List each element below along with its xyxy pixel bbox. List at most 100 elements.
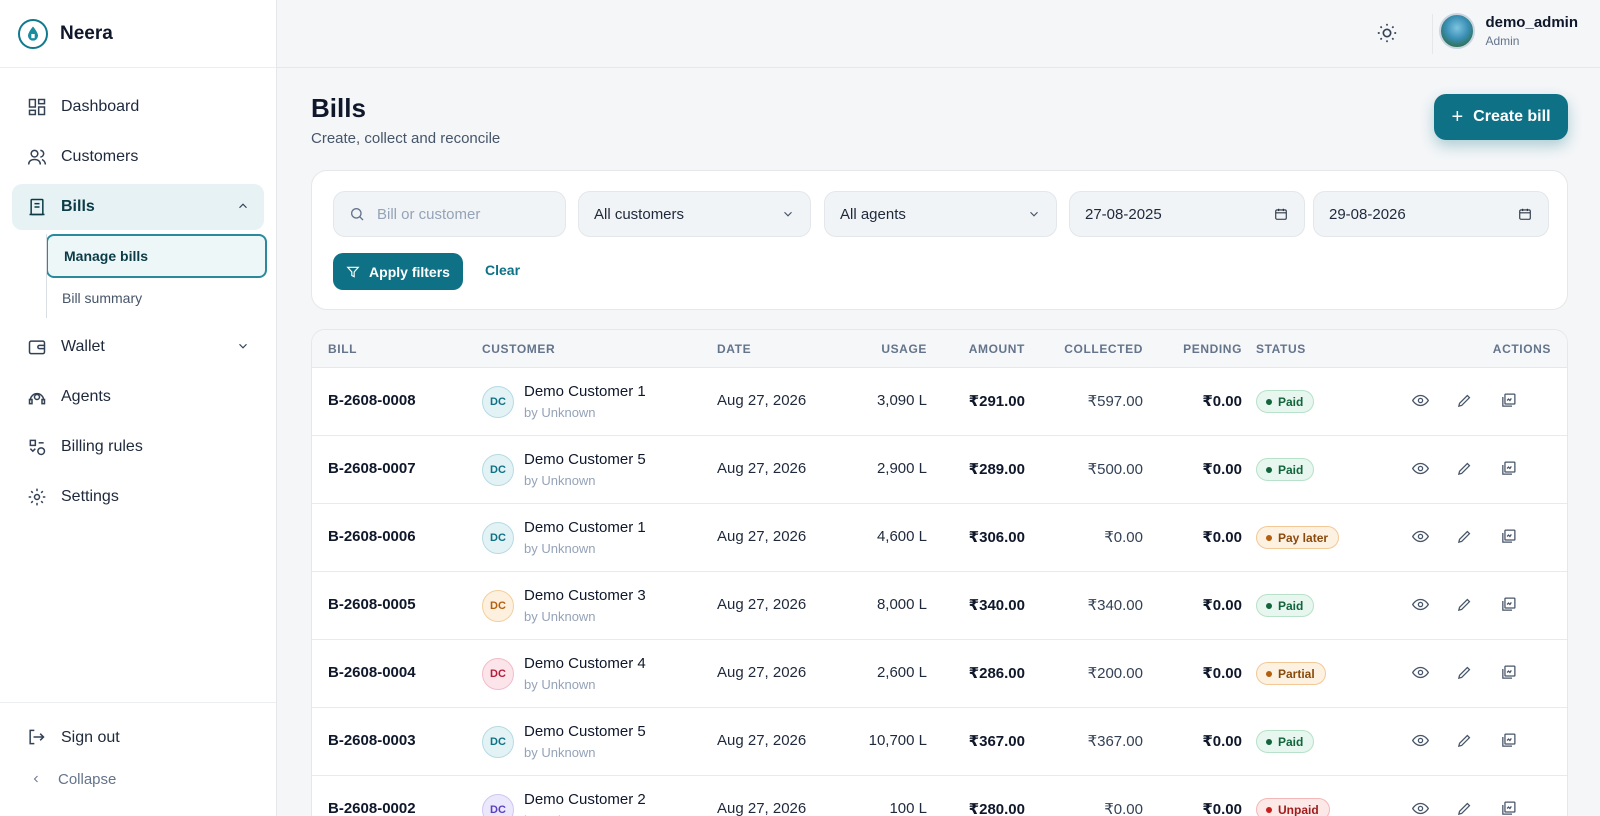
- col-date[interactable]: DATE: [717, 342, 751, 356]
- col-usage[interactable]: USAGE: [881, 342, 927, 356]
- edit-pencil-icon[interactable]: [1456, 392, 1474, 410]
- download-pdf-icon[interactable]: [1500, 460, 1518, 478]
- bill-id[interactable]: B-2608-0007: [328, 460, 416, 477]
- collected: ₹0.00: [1104, 529, 1143, 546]
- pending: ₹0.00: [1202, 393, 1242, 410]
- brand[interactable]: Neera: [0, 0, 276, 68]
- download-pdf-icon[interactable]: [1500, 392, 1518, 410]
- customer-name: Demo Customer 5: [524, 451, 646, 468]
- bills-subnav: Manage bills Bill summary: [46, 234, 267, 318]
- bill-date: Aug 27, 2026: [717, 460, 807, 477]
- calendar-icon[interactable]: [1274, 207, 1288, 221]
- date-to-input[interactable]: 29-08-2026: [1313, 191, 1549, 237]
- amount: ₹340.00: [968, 597, 1025, 614]
- status-badge: Paid: [1256, 458, 1315, 481]
- bill-id[interactable]: B-2608-0004: [328, 664, 416, 681]
- view-eye-icon[interactable]: [1411, 596, 1430, 614]
- col-actions: ACTIONS: [1492, 342, 1551, 356]
- clear-filters-button[interactable]: Clear: [485, 262, 520, 278]
- edit-pencil-icon[interactable]: [1456, 460, 1474, 478]
- page-subtitle: Create, collect and reconcile: [311, 130, 501, 147]
- bill-id[interactable]: B-2608-0005: [328, 596, 416, 613]
- table-row[interactable]: B-2608-0002DCDemo Customer 2by UnknownAu…: [312, 776, 1567, 816]
- status-badge: Paid: [1256, 730, 1315, 753]
- view-eye-icon[interactable]: [1411, 732, 1430, 750]
- collected: ₹367.00: [1087, 733, 1143, 750]
- collected: ₹340.00: [1087, 597, 1143, 614]
- subnav-manage-bills[interactable]: Manage bills: [46, 234, 267, 278]
- view-eye-icon[interactable]: [1411, 800, 1430, 816]
- bill-date: Aug 27, 2026: [717, 732, 807, 749]
- download-pdf-icon[interactable]: [1500, 664, 1518, 682]
- customer-select[interactable]: All customers: [578, 191, 811, 237]
- table-row[interactable]: B-2608-0006 DC Demo Customer 1 by Unknown Au…: [312, 504, 1567, 572]
- sidebar-item-customers[interactable]: Customers: [12, 134, 264, 180]
- chevron-down-icon[interactable]: [236, 339, 250, 353]
- view-eye-icon[interactable]: [1411, 528, 1430, 546]
- col-collected[interactable]: COLLECTED: [1064, 342, 1143, 356]
- download-pdf-icon[interactable]: [1500, 800, 1518, 816]
- view-eye-icon[interactable]: [1411, 460, 1430, 478]
- status-label: Paid: [1278, 734, 1304, 749]
- edit-pencil-icon[interactable]: [1456, 664, 1474, 682]
- chevron-up-icon[interactable]: [236, 199, 250, 213]
- table-row[interactable]: B-2608-0007 DC Demo Customer 5 by Unknown Au…: [312, 436, 1567, 504]
- create-bill-button[interactable]: + Create bill: [1434, 94, 1568, 140]
- bill-id[interactable]: B-2608-0008: [328, 392, 416, 409]
- calendar-icon[interactable]: [1518, 207, 1532, 221]
- table-row[interactable]: B-2608-0005 DC Demo Customer 3 by Unknown Au…: [312, 572, 1567, 640]
- bill-date: Aug 27, 2026: [717, 664, 807, 681]
- customer-avatar: DC: [482, 386, 514, 418]
- chevron-down-icon: [1027, 207, 1041, 221]
- apply-filters-button[interactable]: Apply filters: [333, 253, 463, 290]
- sidebar-item-settings[interactable]: Settings: [12, 474, 264, 520]
- edit-pencil-icon[interactable]: [1456, 528, 1474, 546]
- edit-pencil-icon[interactable]: [1456, 800, 1474, 816]
- status-badge: Pay later: [1256, 526, 1340, 549]
- col-bill[interactable]: BILL: [328, 342, 357, 356]
- date-from-input[interactable]: 27-08-2025: [1069, 191, 1305, 237]
- sidebar-item-agents[interactable]: Agents: [12, 374, 264, 420]
- plus-icon: +: [1451, 105, 1464, 128]
- col-pending[interactable]: PENDING: [1183, 342, 1242, 356]
- topbar: demo_admin Admin: [277, 0, 1600, 68]
- search-input[interactable]: Bill or customer: [333, 191, 566, 237]
- edit-pencil-icon[interactable]: [1456, 732, 1474, 750]
- table-row[interactable]: B-2608-0008 DC Demo Customer 1 by Unknown Au…: [312, 368, 1567, 436]
- customer-name: Demo Customer 2: [524, 791, 646, 808]
- col-amount[interactable]: AMOUNT: [969, 342, 1025, 356]
- sidebar-item-bills[interactable]: Bills: [12, 184, 264, 230]
- customer-avatar: DC: [482, 794, 514, 816]
- app-name: Neera: [60, 22, 113, 44]
- sign-out-button[interactable]: Sign out: [0, 717, 276, 759]
- sidebar-item-wallet[interactable]: Wallet: [12, 324, 264, 370]
- col-status[interactable]: STATUS: [1256, 342, 1306, 356]
- theme-toggle-sun-icon[interactable]: [1376, 22, 1400, 46]
- sidebar-item-label: Agents: [61, 388, 111, 405]
- view-eye-icon[interactable]: [1411, 392, 1430, 410]
- user-menu[interactable]: demo_admin Admin: [1439, 13, 1578, 49]
- bill-id[interactable]: B-2608-0003: [328, 732, 416, 749]
- table-row[interactable]: B-2608-0004 DC Demo Customer 4 by Unknown Au…: [312, 640, 1567, 708]
- amount: ₹306.00: [968, 529, 1025, 546]
- download-pdf-icon[interactable]: [1500, 732, 1518, 750]
- bill-id[interactable]: B-2608-0006: [328, 528, 416, 545]
- sidebar-item-billing-rules[interactable]: Billing rules: [12, 424, 264, 470]
- customer-avatar: DC: [482, 522, 514, 554]
- download-pdf-icon[interactable]: [1500, 528, 1518, 546]
- usage: 2,900 L: [876, 460, 927, 477]
- sidebar-item-dashboard[interactable]: Dashboard: [12, 84, 264, 130]
- dashboard-icon: [26, 96, 48, 118]
- view-eye-icon[interactable]: [1411, 664, 1430, 682]
- download-pdf-icon[interactable]: [1500, 596, 1518, 614]
- agent-select[interactable]: All agents: [824, 191, 1057, 237]
- table-row[interactable]: B-2608-0003 DC Demo Customer 5 by Unknown Au…: [312, 708, 1567, 776]
- usage: 4,600 L: [876, 528, 927, 545]
- collapse-button[interactable]: Collapse: [0, 759, 276, 799]
- bill-id[interactable]: B-2608-0002: [328, 800, 416, 816]
- subnav-bill-summary[interactable]: Bill summary: [46, 278, 264, 318]
- user-name: demo_admin: [1485, 14, 1578, 31]
- edit-pencil-icon[interactable]: [1456, 596, 1474, 614]
- col-customer[interactable]: CUSTOMER: [482, 342, 555, 356]
- sign-out-label: Sign out: [61, 729, 120, 746]
